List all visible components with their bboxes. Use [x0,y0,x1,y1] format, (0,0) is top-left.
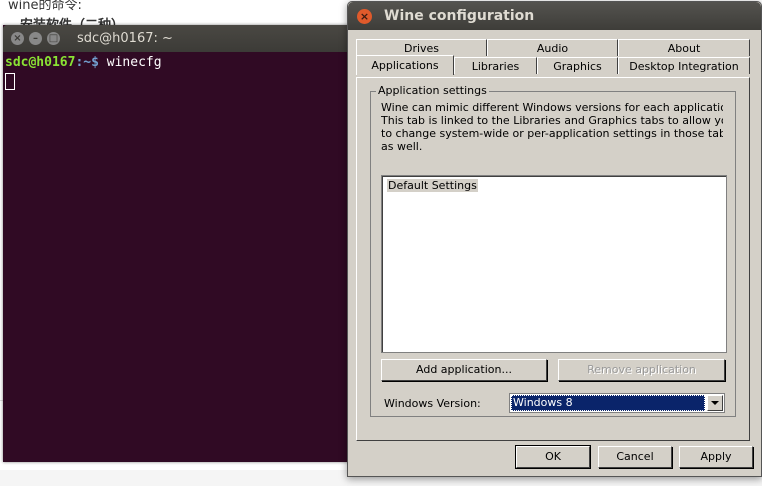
doc-text-line: wine的命令: [8,0,82,13]
ok-button[interactable]: OK [515,445,591,469]
terminal-window[interactable]: × – □ sdc@h0167: ~ sdc@h0167:~$ winecfg [3,25,353,462]
windows-version-label: Windows Version: [384,397,481,410]
close-icon[interactable]: × [11,32,24,45]
minimize-icon[interactable]: – [29,32,42,45]
dialog-title: Wine configuration [384,8,535,24]
terminal-titlebar[interactable]: × – □ sdc@h0167: ~ [3,25,353,52]
tab-about[interactable]: About [618,39,750,56]
terminal-command: winecfg [98,55,162,70]
description-line: as well. [381,140,423,153]
dialog-titlebar[interactable]: × Wine configuration [348,2,761,30]
remove-application-button[interactable]: Remove application [558,359,725,381]
wine-config-dialog[interactable]: × Wine configuration Drives Audio About … [347,1,762,477]
tab-audio[interactable]: Audio [487,39,618,56]
description-line: Wine can mimic different Windows version… [381,101,723,114]
tab-drives[interactable]: Drives [356,39,487,56]
tab-libraries[interactable]: Libraries [454,57,537,74]
windows-version-value: Windows 8 [511,395,705,411]
cancel-button[interactable]: Cancel [598,446,672,468]
terminal-line: sdc@h0167:~$ winecfg [5,54,351,71]
windows-version-select[interactable]: Windows 8 [509,393,725,413]
apply-button[interactable]: Apply [679,446,753,468]
text-cursor [5,73,15,90]
list-item[interactable]: Default Settings [387,179,478,192]
description-line: to change system-wide or per-application… [381,127,723,140]
chevron-down-icon[interactable] [707,395,723,411]
add-application-button[interactable]: Add application... [381,359,547,381]
group-label: Application settings [376,84,489,97]
tab-desktop-integration[interactable]: Desktop Integration [618,57,750,74]
prompt-path: :~$ [75,55,99,70]
close-icon[interactable]: × [357,9,372,24]
tab-graphics[interactable]: Graphics [537,57,618,74]
tab-applications[interactable]: Applications [356,55,454,75]
description-text: Wine can mimic different Windows version… [381,101,723,153]
terminal-output[interactable]: sdc@h0167:~$ winecfg [3,52,353,97]
application-list[interactable]: Default Settings [381,175,727,353]
maximize-icon[interactable]: □ [47,32,60,45]
prompt-user: sdc@h0167 [5,55,76,70]
terminal-title: sdc@h0167: ~ [77,31,173,46]
description-line: This tab is linked to the Libraries and … [381,114,723,127]
